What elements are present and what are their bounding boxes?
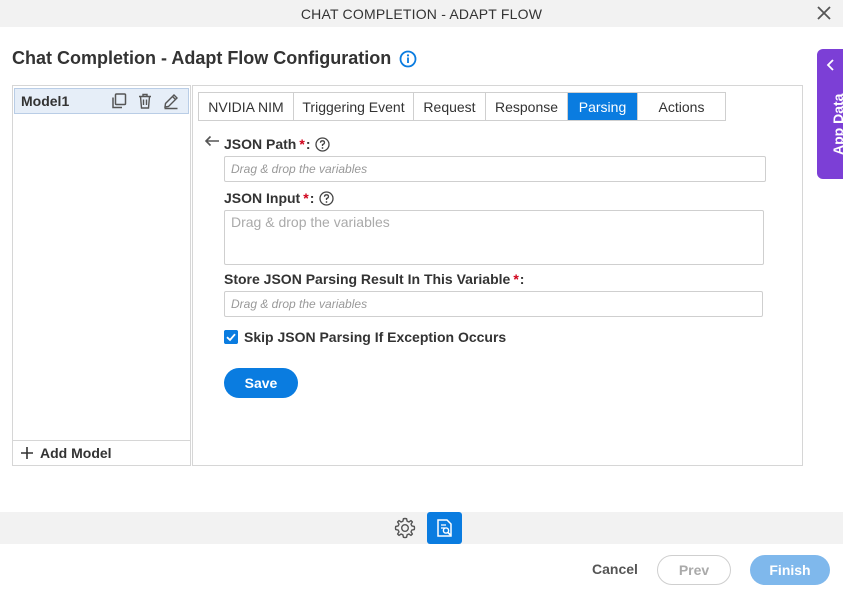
- checkbox-checked-icon[interactable]: [224, 330, 238, 344]
- bottom-toolbar: [0, 512, 843, 544]
- model-name: Model1: [21, 93, 70, 109]
- info-icon[interactable]: [399, 50, 417, 68]
- finish-button[interactable]: Finish: [750, 555, 830, 585]
- store-result-label: Store JSON Parsing Result In This Variab…: [224, 271, 511, 287]
- help-icon[interactable]: [319, 190, 335, 206]
- gear-icon[interactable]: [393, 516, 417, 540]
- help-icon[interactable]: [315, 136, 331, 152]
- label-colon: :: [305, 136, 311, 152]
- chevron-left-icon: [826, 59, 834, 71]
- required-marker: *: [513, 271, 519, 287]
- tab-response[interactable]: Response: [486, 93, 568, 120]
- model-item[interactable]: Model1: [14, 88, 189, 114]
- store-result-label-row: Store JSON Parsing Result In This Variab…: [224, 271, 524, 287]
- tab-bar: NVIDIA NIM Triggering Event Request Resp…: [198, 92, 726, 121]
- json-input-label: JSON Input: [224, 190, 301, 206]
- page-title: Chat Completion - Adapt Flow Configurati…: [12, 48, 392, 68]
- json-input-field[interactable]: [224, 210, 764, 265]
- store-result-field[interactable]: [224, 291, 763, 317]
- document-search-icon: [437, 519, 452, 537]
- json-path-label-row: JSON Path * :: [224, 136, 331, 152]
- json-input-textarea[interactable]: [231, 211, 763, 264]
- page-heading: Chat Completion - Adapt Flow Configurati…: [12, 48, 417, 69]
- tab-nvidia-nim[interactable]: NVIDIA NIM: [199, 93, 294, 120]
- delete-icon[interactable]: [136, 92, 154, 110]
- label-colon: :: [519, 271, 525, 287]
- skip-exception-label: Skip JSON Parsing If Exception Occurs: [244, 329, 507, 345]
- configuration-panel: NVIDIA NIM Triggering Event Request Resp…: [192, 85, 803, 466]
- app-data-tab[interactable]: App Data: [817, 49, 843, 179]
- window-title: CHAT COMPLETION - ADAPT FLOW: [300, 5, 543, 22]
- app-data-label: App Data: [830, 93, 843, 155]
- tab-triggering-event[interactable]: Triggering Event: [294, 93, 414, 120]
- label-colon: :: [309, 190, 315, 206]
- close-icon[interactable]: [815, 4, 833, 22]
- json-path-label: JSON Path: [224, 136, 297, 152]
- edit-icon[interactable]: [162, 92, 180, 110]
- add-model-button[interactable]: Add Model: [13, 440, 190, 465]
- required-marker: *: [303, 190, 309, 206]
- tab-request[interactable]: Request: [414, 93, 486, 120]
- plus-icon: [21, 447, 33, 459]
- add-model-label: Add Model: [40, 445, 112, 461]
- document-search-button[interactable]: [427, 512, 462, 544]
- skip-exception-checkbox-row[interactable]: Skip JSON Parsing If Exception Occurs: [224, 329, 506, 345]
- arrow-left-icon[interactable]: [204, 135, 220, 147]
- save-button[interactable]: Save: [224, 368, 298, 398]
- tab-actions[interactable]: Actions: [638, 93, 725, 120]
- prev-button[interactable]: Prev: [657, 555, 731, 585]
- store-result-input[interactable]: [231, 292, 762, 316]
- model-list-panel: Model1 Add Model: [12, 85, 191, 466]
- json-input-label-row: JSON Input * :: [224, 190, 335, 206]
- tab-parsing[interactable]: Parsing: [568, 93, 638, 120]
- json-path-field[interactable]: [224, 156, 766, 182]
- copy-icon[interactable]: [110, 92, 128, 110]
- window-titlebar: CHAT COMPLETION - ADAPT FLOW: [0, 0, 843, 27]
- cancel-button[interactable]: Cancel: [586, 557, 644, 581]
- required-marker: *: [299, 136, 305, 152]
- json-path-input[interactable]: [231, 157, 765, 181]
